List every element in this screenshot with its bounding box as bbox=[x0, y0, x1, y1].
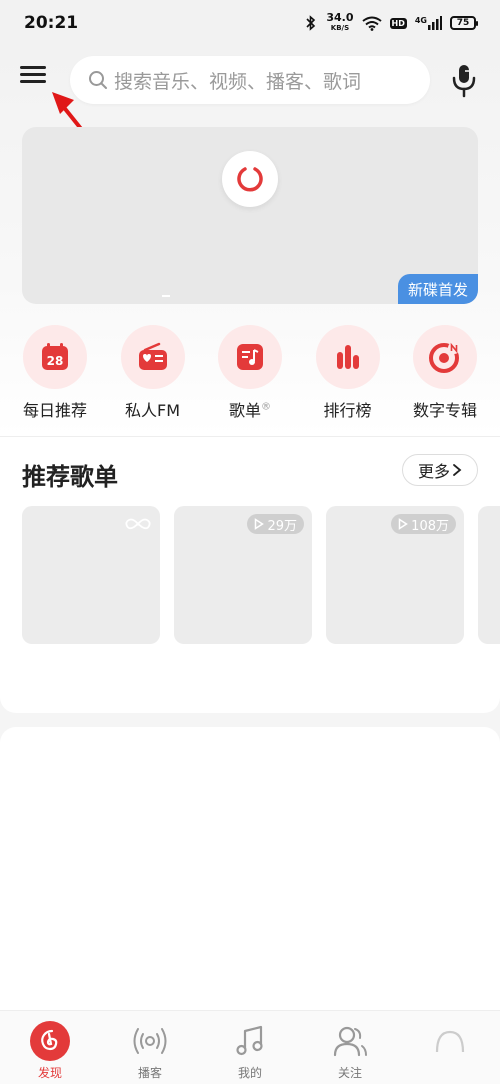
tab-more[interactable] bbox=[410, 1021, 490, 1061]
chart-bars-icon bbox=[336, 345, 359, 369]
svg-text:28: 28 bbox=[47, 354, 64, 368]
banner[interactable]: 新碟首发 bbox=[22, 127, 478, 304]
tab-podcast[interactable]: 播客 bbox=[110, 1021, 190, 1081]
shortcut-label: 每日推荐 bbox=[22, 401, 87, 420]
playlist-card[interactable]: 108万 bbox=[326, 506, 464, 644]
voice-search-button[interactable] bbox=[448, 62, 480, 100]
playlist-icon bbox=[237, 344, 263, 370]
cellular-signal: 4G bbox=[415, 16, 442, 30]
album-icon bbox=[429, 342, 460, 373]
shortcut-label: 歌单® bbox=[228, 401, 271, 420]
shortcut-row: 28 每日推荐 私人FM 歌单® 排行榜 数字专辑 bbox=[0, 325, 500, 425]
radio-icon bbox=[138, 342, 167, 370]
loading-spinner bbox=[222, 151, 278, 207]
podcast-icon bbox=[133, 1028, 167, 1054]
tab-label: 发现 bbox=[37, 1066, 62, 1080]
battery-icon: 75 bbox=[450, 16, 478, 30]
shortcut-label: 私人FM bbox=[124, 401, 180, 420]
more-tab-icon bbox=[435, 1030, 465, 1053]
search-input[interactable]: 搜索音乐、视频、播客、歌词 bbox=[70, 56, 430, 104]
banner-tag: 新碟首发 bbox=[397, 274, 478, 304]
network-speed: 34.0 KB/S bbox=[326, 11, 354, 32]
section-title: 推荐歌单 bbox=[22, 463, 118, 491]
status-bar: 20:21 34.0 KB/S HD 4G 75 bbox=[0, 0, 500, 46]
hd-badge: HD bbox=[389, 17, 407, 29]
status-icons: 34.0 KB/S HD 4G 75 bbox=[304, 11, 478, 33]
card-badge bbox=[124, 514, 152, 534]
wifi-icon bbox=[361, 16, 382, 31]
status-time: 20:21 bbox=[24, 13, 79, 33]
tab-label: 播客 bbox=[137, 1066, 162, 1080]
banner-pagination bbox=[162, 295, 170, 297]
tab-label: 关注 bbox=[337, 1066, 362, 1080]
playlist-card[interactable] bbox=[22, 506, 160, 644]
playlist-card[interactable] bbox=[478, 506, 500, 644]
loading-icon bbox=[237, 167, 263, 192]
network-type: 4G bbox=[414, 16, 427, 25]
card-badge: 29万 bbox=[247, 514, 304, 534]
tab-follow[interactable]: 关注 bbox=[310, 1021, 390, 1081]
shortcut-daily-recommend[interactable]: 28 每日推荐 bbox=[22, 325, 88, 425]
playlist-card[interactable]: 29万 bbox=[174, 506, 312, 644]
card-badge: 108万 bbox=[391, 514, 456, 534]
content-block bbox=[0, 727, 500, 1017]
infinity-loop-icon bbox=[125, 518, 151, 530]
chevron-right-icon bbox=[453, 464, 462, 476]
hamburger-icon bbox=[20, 66, 46, 69]
shortcut-playlist[interactable]: 歌单® bbox=[217, 325, 283, 425]
play-icon bbox=[255, 518, 265, 530]
playlist-cards: 29万 108万 bbox=[22, 506, 500, 646]
bluetooth-icon bbox=[306, 15, 316, 31]
play-icon bbox=[398, 518, 409, 530]
calendar-icon: 28 bbox=[42, 343, 68, 370]
more-button[interactable]: 更多 bbox=[402, 454, 478, 486]
shortcut-charts[interactable]: 排行榜 bbox=[315, 325, 381, 425]
shortcut-label: 数字专辑 bbox=[412, 401, 477, 420]
shortcut-digital-album[interactable]: 数字专辑 bbox=[412, 325, 478, 425]
recommend-section: 推荐歌单 更多 29万 108万 bbox=[0, 437, 500, 713]
music-note-icon bbox=[236, 1025, 263, 1056]
shortcut-label: 排行榜 bbox=[323, 401, 372, 420]
shortcut-private-fm[interactable]: 私人FM bbox=[120, 325, 186, 425]
tab-discover[interactable]: 发现 bbox=[10, 1021, 90, 1081]
netease-music-icon bbox=[41, 1029, 58, 1051]
tab-label: 我的 bbox=[237, 1066, 262, 1080]
follow-people-icon bbox=[333, 1026, 367, 1057]
microphone-icon bbox=[452, 65, 476, 98]
signal-icon bbox=[428, 16, 442, 30]
search-placeholder: 搜索音乐、视频、播客、歌词 bbox=[114, 70, 362, 93]
menu-button[interactable] bbox=[20, 64, 50, 94]
search-icon bbox=[89, 71, 107, 89]
tab-mine[interactable]: 我的 bbox=[210, 1021, 290, 1081]
bottom-tab-bar: 发现 播客 我的 关注 bbox=[0, 1010, 500, 1084]
